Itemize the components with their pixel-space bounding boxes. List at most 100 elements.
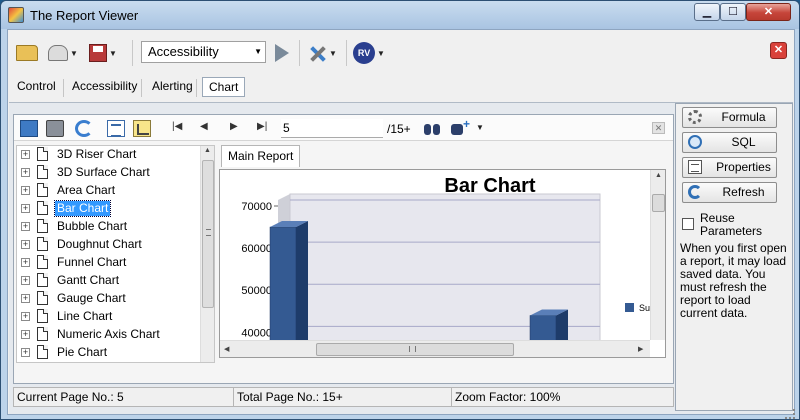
document-icon bbox=[37, 255, 48, 269]
sql-button[interactable]: SQL bbox=[682, 132, 777, 153]
legend-label: Su Ye bbox=[639, 303, 650, 313]
tree-item[interactable]: + Bubble Chart bbox=[17, 218, 201, 236]
tab-chart[interactable]: Chart bbox=[202, 77, 246, 97]
report-hscroll-thumb[interactable] bbox=[316, 343, 514, 356]
tree-item[interactable]: + Doughnut Chart bbox=[17, 236, 201, 254]
document-icon bbox=[37, 327, 48, 341]
expand-icon[interactable]: + bbox=[21, 330, 30, 339]
tree-item[interactable]: + Gauge Chart bbox=[17, 290, 201, 308]
prev-page-icon[interactable]: ◀ bbox=[200, 121, 208, 132]
tree-item[interactable]: + Numeric Axis Chart bbox=[17, 326, 201, 344]
chevron-down-icon: ▼ bbox=[377, 48, 385, 58]
tree-scroll-thumb[interactable] bbox=[202, 160, 214, 308]
tree-item[interactable]: + Pie Chart bbox=[17, 344, 201, 362]
tab-main-report[interactable]: Main Report bbox=[221, 145, 301, 167]
email-button[interactable]: ▼ bbox=[46, 40, 80, 66]
document-icon bbox=[37, 201, 48, 215]
status-total-pages: Total Page No.: 15+ bbox=[234, 388, 452, 406]
chevron-down-icon: ▼ bbox=[70, 48, 78, 58]
tree-scrollbar[interactable]: ▲ bbox=[200, 146, 214, 362]
tools-icon bbox=[307, 43, 327, 63]
search-icon[interactable] bbox=[424, 121, 441, 136]
search-options-icon[interactable] bbox=[451, 117, 473, 136]
print-icon[interactable] bbox=[46, 120, 64, 137]
expand-icon[interactable]: + bbox=[21, 258, 30, 267]
reuse-parameters-checkbox[interactable] bbox=[682, 218, 694, 230]
help-text: When you first open a report, it may loa… bbox=[680, 241, 787, 320]
formula-button[interactable]: Formula bbox=[682, 107, 777, 128]
report-view: Bar Chart70000600005000040000Su Ye ▲ ◀ ▶ bbox=[219, 169, 666, 358]
tree-item-label: Numeric Axis Chart bbox=[57, 327, 160, 341]
tree-item[interactable]: +3D Riser Chart bbox=[17, 146, 201, 164]
tab-separator bbox=[196, 79, 197, 97]
tree-item[interactable]: + Funnel Chart bbox=[17, 254, 201, 272]
refresh-button[interactable]: Refresh bbox=[682, 182, 777, 203]
chart-svg: Bar Chart70000600005000040000Su Ye bbox=[241, 175, 650, 340]
expand-icon[interactable]: + bbox=[21, 204, 30, 213]
export-icon[interactable] bbox=[20, 120, 38, 137]
expand-icon[interactable]: + bbox=[21, 348, 30, 357]
save-button[interactable]: ▼ bbox=[86, 40, 120, 66]
tab-separator bbox=[141, 79, 142, 97]
toolbar-separator bbox=[132, 40, 133, 66]
expand-icon[interactable]: + bbox=[21, 276, 30, 285]
expand-icon[interactable]: + bbox=[21, 168, 30, 177]
report-combo[interactable]: Accessibility ▼ bbox=[141, 41, 266, 63]
tree-item-label: Bar Chart bbox=[53, 200, 112, 217]
scroll-right-icon[interactable]: ▶ bbox=[638, 345, 643, 353]
tree-item[interactable]: + Line Chart bbox=[17, 308, 201, 326]
scroll-up-icon[interactable]: ▲ bbox=[655, 172, 662, 179]
side-panel: Formula SQL Properties Refresh Reuse Par… bbox=[675, 103, 793, 411]
chevron-down-icon[interactable]: ▼ bbox=[476, 123, 484, 132]
report-vscroll-thumb[interactable] bbox=[652, 194, 665, 212]
next-page-icon[interactable]: ▶ bbox=[230, 121, 238, 132]
document-icon bbox=[37, 273, 48, 287]
bar bbox=[529, 315, 557, 340]
properties-button[interactable]: Properties bbox=[682, 157, 777, 178]
tab-alerting[interactable]: Alerting bbox=[146, 77, 199, 97]
toolbar-separator bbox=[299, 40, 300, 66]
report-horizontal-scrollbar[interactable]: ◀ ▶ bbox=[220, 340, 650, 357]
tab-accessibility[interactable]: Accessibility bbox=[66, 77, 143, 97]
expand-icon[interactable]: + bbox=[21, 312, 30, 321]
first-page-icon[interactable]: |◀ bbox=[172, 121, 182, 132]
resize-grip[interactable] bbox=[785, 409, 795, 419]
title-bar[interactable]: The Report Viewer ▁ ☐ ✕ bbox=[1, 1, 799, 29]
grip-icon bbox=[206, 229, 211, 236]
report-vertical-scrollbar[interactable]: ▲ bbox=[650, 170, 665, 340]
tree-item[interactable]: + Bar Chart bbox=[17, 200, 201, 218]
tree-item[interactable]: + Area Chart bbox=[17, 182, 201, 200]
expand-icon[interactable]: + bbox=[21, 150, 30, 159]
play-icon bbox=[275, 44, 289, 62]
scroll-up-icon[interactable]: ▲ bbox=[204, 147, 211, 154]
gear-icon bbox=[688, 110, 702, 124]
tree-item[interactable]: +3D Surface Chart bbox=[17, 164, 201, 182]
maximize-button[interactable]: ☐ bbox=[720, 3, 746, 21]
close-icon[interactable]: ✕ bbox=[652, 122, 665, 134]
expand-icon[interactable]: + bbox=[21, 294, 30, 303]
tree-item[interactable]: + Gantt Chart bbox=[17, 272, 201, 290]
expand-icon[interactable]: + bbox=[21, 222, 30, 231]
expand-icon[interactable]: + bbox=[21, 186, 30, 195]
page-number-input[interactable]: 5 bbox=[281, 119, 383, 138]
page-layout-icon[interactable] bbox=[107, 120, 125, 137]
tree-item-label: 3D Surface Chart bbox=[57, 165, 150, 179]
close-report-button[interactable]: ✕ bbox=[770, 42, 787, 59]
tree-item-label: Area Chart bbox=[57, 183, 116, 197]
window-close-button[interactable]: ✕ bbox=[746, 3, 791, 21]
viewer-menu-button[interactable]: RV ▼ bbox=[352, 40, 386, 66]
minimize-button[interactable]: ▁ bbox=[694, 3, 720, 21]
tab-control[interactable]: Control bbox=[11, 77, 62, 97]
scroll-left-icon[interactable]: ◀ bbox=[224, 345, 229, 353]
expand-icon[interactable]: + bbox=[21, 240, 30, 249]
tools-button[interactable]: ▼ bbox=[304, 40, 340, 66]
last-page-icon[interactable]: ▶| bbox=[257, 121, 267, 132]
tree-item-label: Gauge Chart bbox=[57, 291, 126, 305]
run-button[interactable] bbox=[270, 40, 294, 66]
open-button[interactable] bbox=[14, 40, 40, 66]
bar-chart: Bar Chart70000600005000040000Su Ye bbox=[220, 170, 650, 340]
refresh-icon[interactable] bbox=[75, 120, 93, 137]
database-icon bbox=[688, 135, 702, 149]
group-tree-icon[interactable] bbox=[133, 120, 151, 137]
status-zoom: Zoom Factor: 100% bbox=[455, 390, 561, 404]
